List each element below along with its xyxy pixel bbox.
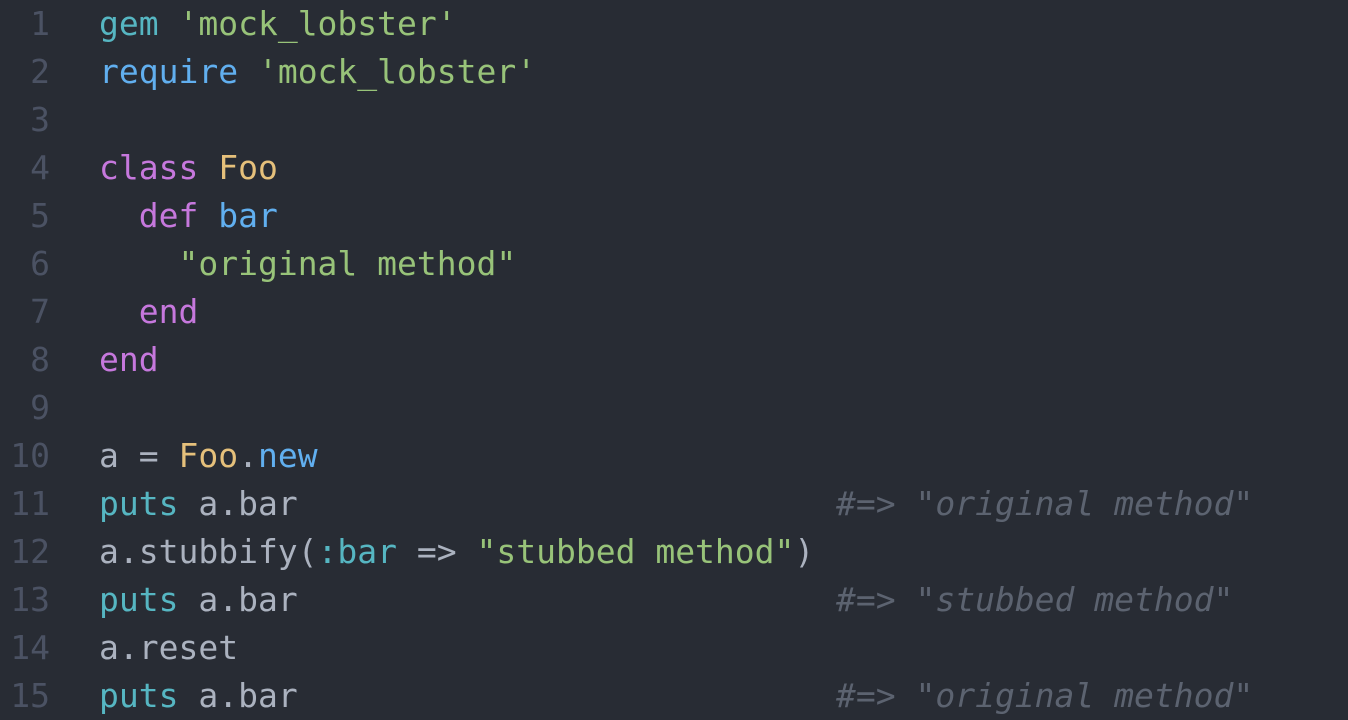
code-line[interactable]: 1 gem 'mock_lobster' xyxy=(0,0,1348,48)
code-line[interactable]: 15 puts a.bar #=> "original method" xyxy=(0,672,1348,720)
code-token: require xyxy=(99,52,239,91)
code-token: end xyxy=(99,340,159,379)
line-number: 8 xyxy=(30,340,50,379)
code-text: puts a.bar xyxy=(99,480,298,528)
code-text: end xyxy=(99,336,159,384)
code-token: a = xyxy=(99,436,179,475)
code-token: Foo xyxy=(178,436,239,475)
line-number: 9 xyxy=(30,388,50,427)
code-token: a.bar xyxy=(178,484,298,523)
code-token: a.reset xyxy=(99,628,239,667)
code-token: puts xyxy=(99,676,179,715)
code-text: a = Foo.new xyxy=(99,432,318,480)
code-token: end xyxy=(138,292,199,331)
code-text: "original method" xyxy=(99,240,516,288)
line-number: 12 xyxy=(10,532,50,571)
code-token: 'mock_lobster' xyxy=(257,52,537,91)
code-token: a.bar xyxy=(178,580,298,619)
code-token: "original method" xyxy=(178,244,517,283)
code-text: puts a.bar xyxy=(99,672,298,720)
code-token: Foo xyxy=(218,148,278,187)
code-text: gem 'mock_lobster' xyxy=(99,0,457,48)
line-number: 1 xyxy=(30,4,50,43)
code-token: a.bar xyxy=(178,676,298,715)
code-line[interactable]: 7 end xyxy=(0,288,1348,336)
code-line[interactable]: 5 def bar xyxy=(0,192,1348,240)
code-text: end xyxy=(99,288,199,336)
code-token: gem xyxy=(99,4,159,43)
line-number: 14 xyxy=(10,628,50,667)
code-token: class xyxy=(99,148,199,187)
code-line[interactable]: 9 xyxy=(0,384,1348,432)
code-line[interactable]: 11 puts a.bar #=> "original method" xyxy=(0,480,1348,528)
code-line[interactable]: 8 end xyxy=(0,336,1348,384)
line-number: 15 xyxy=(10,676,50,715)
line-number: 7 xyxy=(30,292,50,331)
code-text: a.reset xyxy=(99,624,238,672)
code-text: puts a.bar xyxy=(99,576,298,624)
code-line[interactable]: 10 a = Foo.new xyxy=(0,432,1348,480)
line-number: 11 xyxy=(10,484,50,523)
code-comment: #=> "original method" xyxy=(836,676,1254,715)
code-token: new xyxy=(257,436,318,475)
code-token: a.stubbify( xyxy=(99,532,318,571)
code-line[interactable]: 4 class Foo xyxy=(0,144,1348,192)
code-line[interactable]: 6 "original method" xyxy=(0,240,1348,288)
code-line[interactable]: 3 xyxy=(0,96,1348,144)
line-number: 2 xyxy=(30,52,50,91)
code-text: class Foo xyxy=(99,144,278,192)
line-number: 13 xyxy=(10,580,50,619)
code-token: . xyxy=(238,436,258,475)
code-comment: #=> "stubbed method" xyxy=(836,580,1234,619)
line-number: 6 xyxy=(30,244,50,283)
code-text: require 'mock_lobster' xyxy=(99,48,536,96)
code-token: :bar xyxy=(317,532,398,571)
line-number: 3 xyxy=(30,100,50,139)
code-line[interactable]: 2 require 'mock_lobster' xyxy=(0,48,1348,96)
code-token: puts xyxy=(99,580,179,619)
code-token: bar xyxy=(218,196,278,235)
code-line[interactable]: 12 a.stubbify(:bar => "stubbed method") xyxy=(0,528,1348,576)
code-token: 'mock_lobster' xyxy=(178,4,457,43)
code-token: puts xyxy=(99,484,179,523)
code-comment: #=> "original method" xyxy=(836,484,1254,523)
code-text: def bar xyxy=(99,192,278,240)
code-editor[interactable]: 1 gem 'mock_lobster' 2 require 'mock_lobste… xyxy=(0,0,1348,720)
code-token: => xyxy=(397,532,477,571)
code-line[interactable]: 14 a.reset xyxy=(0,624,1348,672)
code-line[interactable]: 13 puts a.bar #=> "stubbed method" xyxy=(0,576,1348,624)
code-token: ) xyxy=(794,532,815,571)
line-number: 5 xyxy=(30,196,50,235)
code-token: def xyxy=(138,196,199,235)
line-number: 4 xyxy=(30,148,50,187)
code-token: "stubbed method" xyxy=(476,532,795,571)
code-text: a.stubbify(:bar => "stubbed method") xyxy=(99,528,814,576)
line-number: 10 xyxy=(10,436,50,475)
